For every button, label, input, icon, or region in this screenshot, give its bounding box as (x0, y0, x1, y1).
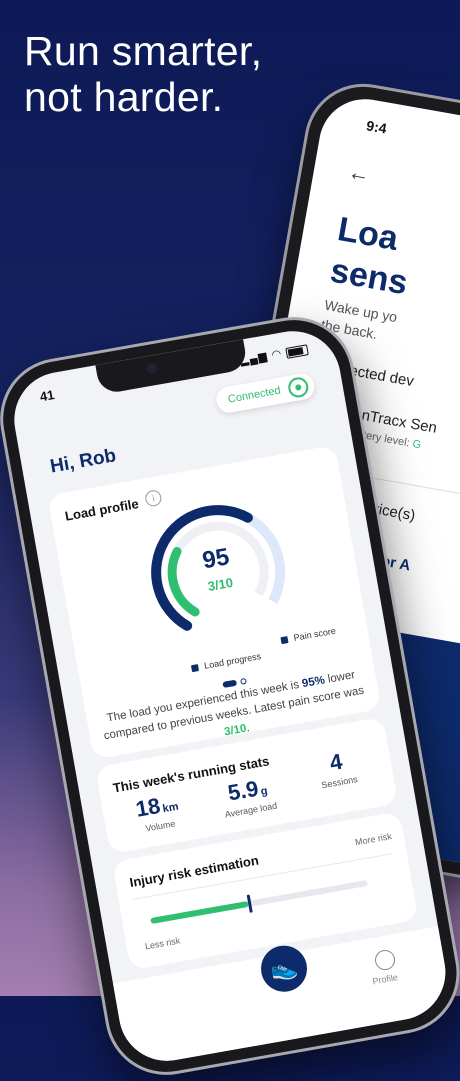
back-status-time: 9:4 (365, 117, 388, 137)
stat-average-load: 5.9g Average load (224, 775, 278, 820)
status-icons: ▂▄▆ ◠ (239, 342, 309, 367)
connected-badge[interactable]: Connected (214, 371, 317, 415)
load-profile-title: Load profile (63, 496, 140, 524)
legend-load-progress: Load progress (190, 651, 262, 673)
greeting: Hi, Rob (48, 445, 118, 478)
status-time: 41 (38, 386, 56, 405)
battery-icon (285, 343, 309, 359)
back-page-title: Loa sens (327, 210, 411, 303)
headline: Run smarter, not harder. (24, 28, 262, 120)
stat-sessions: 4 Sessions (320, 748, 359, 791)
stat-volume: 18km Volume (133, 792, 180, 834)
risk-fill (150, 900, 249, 925)
risk-track (150, 879, 368, 925)
more-risk-label: More risk (354, 831, 393, 848)
headline-line-2: not harder. (24, 74, 224, 120)
signal-icon: ▂▄▆ (239, 350, 269, 367)
injury-risk-title: Injury risk estimation (128, 852, 260, 891)
load-gauge: 95 3/10 (131, 485, 305, 659)
headline-line-1: Run smarter, (24, 28, 263, 74)
sensor-connected-icon (286, 375, 310, 399)
wifi-icon: ◠ (270, 347, 284, 362)
risk-marker (246, 894, 253, 913)
back-arrow-icon[interactable]: ← (346, 159, 372, 188)
load-profile-card[interactable]: Load profile i 95 3/10 Load progress Pai… (47, 444, 382, 760)
less-risk-label: Less risk (144, 935, 181, 952)
camera-icon (146, 362, 158, 375)
info-icon[interactable]: i (144, 488, 163, 508)
